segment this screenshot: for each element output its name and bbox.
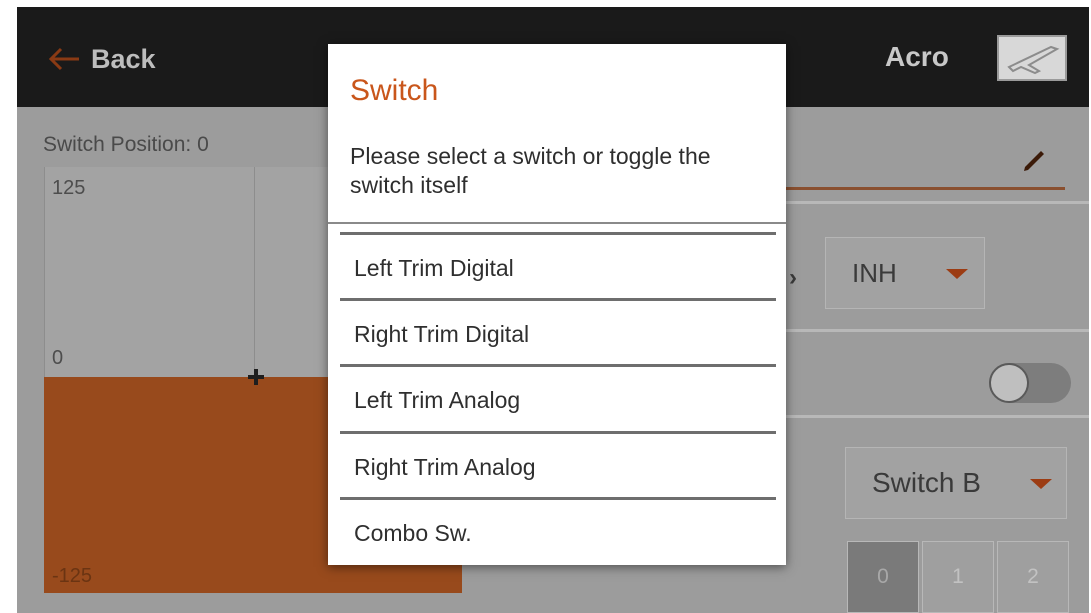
name-field-underline bbox=[775, 187, 1065, 190]
y-label-mid: 0 bbox=[52, 347, 64, 369]
position-button-0[interactable]: 0 bbox=[847, 541, 919, 613]
chevron-right-icon: › bbox=[789, 264, 797, 291]
dialog-title: Switch bbox=[350, 74, 439, 107]
switch-position-label: Switch Position: 0 bbox=[43, 133, 209, 156]
inh-dropdown[interactable]: INH bbox=[825, 237, 985, 309]
dialog-divider bbox=[328, 222, 786, 224]
option-combo-sw[interactable]: Combo Sw. bbox=[340, 502, 776, 565]
toggle-knob bbox=[989, 363, 1029, 403]
option-left-trim-digital[interactable]: Left Trim Digital bbox=[340, 237, 776, 300]
option-label: Left Trim Analog bbox=[354, 387, 521, 413]
dialog-message: Please select a switch or toggle the swi… bbox=[350, 143, 711, 198]
list-divider bbox=[340, 431, 776, 434]
option-label: Right Trim Digital bbox=[354, 321, 530, 347]
switch-select-value: Switch B bbox=[872, 467, 981, 498]
airplane-icon[interactable] bbox=[997, 35, 1067, 81]
graph-point-marker bbox=[248, 369, 264, 385]
pencil-icon[interactable] bbox=[1019, 143, 1049, 173]
switch-select-dialog: Switch Please select a switch or toggle … bbox=[328, 44, 786, 565]
enable-toggle[interactable] bbox=[989, 363, 1071, 403]
y-label-top: 125 bbox=[52, 177, 86, 199]
position-button-2[interactable]: 2 bbox=[997, 541, 1069, 613]
position-button-1[interactable]: 1 bbox=[922, 541, 994, 613]
inh-dropdown-value: INH bbox=[852, 257, 897, 288]
list-divider bbox=[340, 232, 776, 235]
option-right-trim-digital[interactable]: Right Trim Digital bbox=[340, 303, 776, 366]
option-label: Left Trim Digital bbox=[354, 255, 514, 281]
chevron-down-icon bbox=[1030, 479, 1052, 489]
model-name: Acro bbox=[885, 41, 949, 72]
chevron-down-icon bbox=[946, 269, 968, 279]
back-label: Back bbox=[91, 43, 156, 74]
arrow-left-icon bbox=[48, 47, 79, 71]
switch-select-dropdown[interactable]: Switch B bbox=[845, 447, 1067, 519]
list-divider bbox=[340, 364, 776, 367]
y-label-bottom: -125 bbox=[52, 565, 93, 587]
option-right-trim-analog[interactable]: Right Trim Analog bbox=[340, 436, 776, 499]
list-divider bbox=[340, 298, 776, 301]
option-label: Right Trim Analog bbox=[354, 454, 536, 480]
back-button[interactable]: Back bbox=[47, 37, 156, 81]
option-left-trim-analog[interactable]: Left Trim Analog bbox=[340, 369, 776, 432]
list-divider bbox=[340, 497, 776, 500]
option-label: Combo Sw. bbox=[354, 520, 472, 546]
